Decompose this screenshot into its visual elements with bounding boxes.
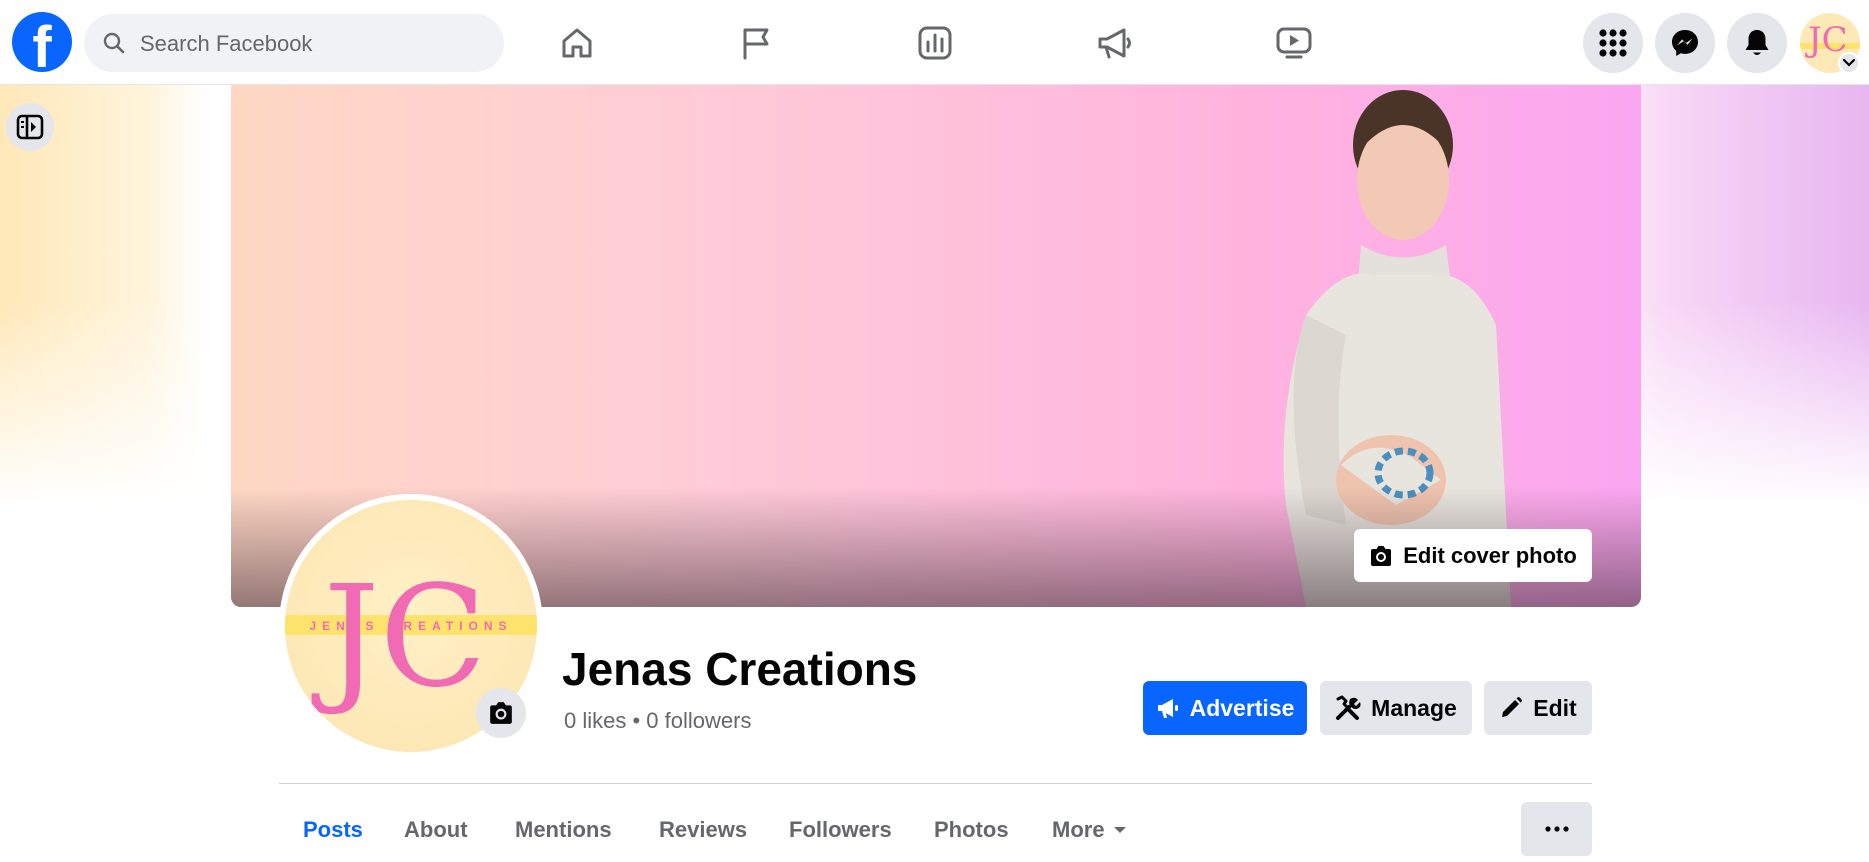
flag-icon[interactable] (731, 18, 781, 68)
advertise-button[interactable]: Advertise (1143, 681, 1307, 735)
facebook-logo[interactable]: f (12, 12, 72, 80)
edit-page-button[interactable]: Edit (1484, 681, 1592, 735)
megaphone-icon[interactable] (1090, 18, 1140, 68)
advertise-label: Advertise (1189, 694, 1295, 721)
tab-more[interactable]: More (1052, 800, 1127, 860)
top-navigation-bar: f JC (0, 0, 1869, 85)
tools-icon (1336, 695, 1361, 720)
menu-grid-icon[interactable] (1583, 13, 1643, 73)
update-profile-picture-button[interactable] (476, 688, 526, 738)
more-options-button[interactable] (1521, 802, 1592, 856)
chevron-down-icon[interactable] (1838, 52, 1860, 74)
home-icon[interactable] (552, 18, 602, 68)
camera-icon (490, 702, 512, 724)
ellipsis-icon (1544, 826, 1569, 832)
edit-cover-photo-label: Edit cover photo (1403, 542, 1577, 568)
tab-about[interactable]: About (404, 800, 468, 860)
caret-down-icon (1113, 827, 1126, 833)
edit-cover-photo-button[interactable]: Edit cover photo (1354, 529, 1592, 582)
page-stats[interactable]: 0 likes • 0 followers (564, 708, 751, 734)
search-icon (103, 32, 125, 54)
sidebar-toggle-icon[interactable] (6, 103, 54, 151)
tab-photos[interactable]: Photos (934, 800, 1009, 860)
edit-label: Edit (1533, 694, 1577, 721)
search-input[interactable] (138, 14, 482, 74)
page-title: Jenas Creations (562, 643, 918, 695)
svg-text:JC: JC (311, 556, 486, 719)
manage-label: Manage (1371, 694, 1457, 721)
manage-button[interactable]: Manage (1320, 681, 1472, 735)
megaphone-icon (1157, 699, 1178, 718)
insights-icon[interactable] (910, 18, 960, 68)
tab-posts[interactable]: Posts (303, 800, 363, 860)
bell-icon[interactable] (1727, 13, 1787, 73)
tab-mentions[interactable]: Mentions (515, 800, 612, 860)
svg-text:JENAS CREATIONS: JENAS CREATIONS (309, 619, 512, 633)
pencil-icon (1502, 697, 1523, 717)
tab-more-label: More (1052, 817, 1105, 842)
tab-followers[interactable]: Followers (789, 800, 892, 860)
tab-reviews[interactable]: Reviews (659, 800, 747, 860)
messenger-icon[interactable] (1655, 13, 1715, 73)
camera-icon (1371, 545, 1392, 566)
video-icon[interactable] (1269, 18, 1319, 68)
search-box[interactable] (84, 14, 504, 74)
header-divider (279, 783, 1592, 784)
